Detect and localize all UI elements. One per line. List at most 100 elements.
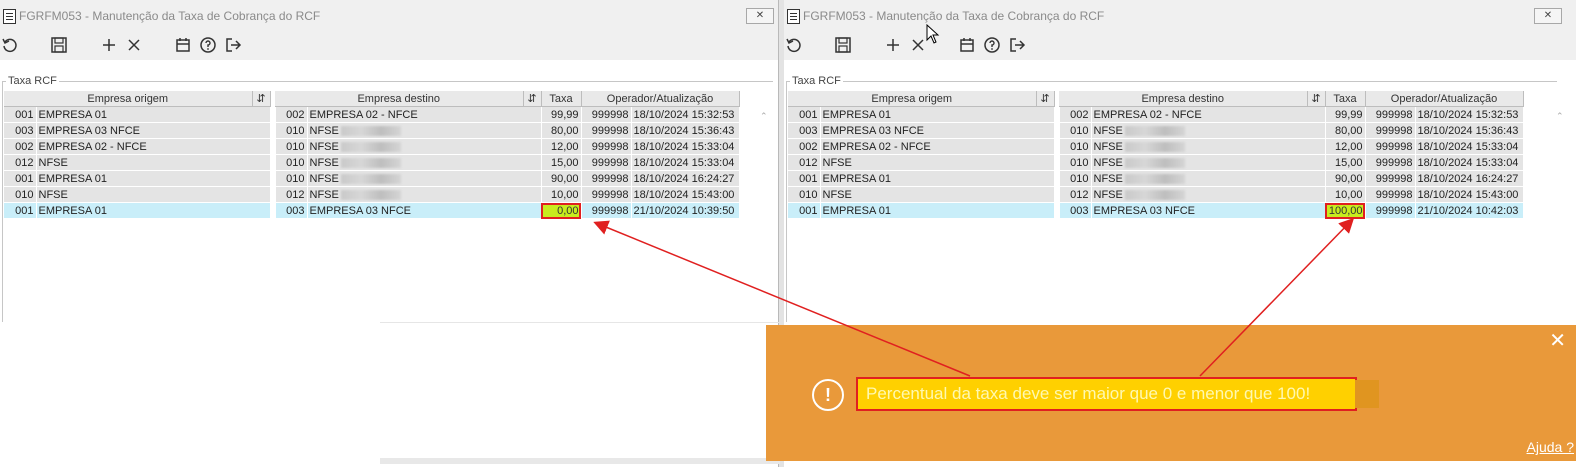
destination-code[interactable]: 003 xyxy=(1059,202,1092,219)
origin-code[interactable]: 012 xyxy=(788,154,821,171)
updated-cell[interactable]: 18/10/2024 16:24:27 xyxy=(631,170,740,187)
table-row[interactable]: 010 NFSE 012 NFSE 10,00 999998 18/10/2024 15:4… xyxy=(4,186,740,203)
table-row[interactable]: 001 EMPRESA 01 010 NFSE 90,00 999998 18/10/202… xyxy=(4,170,740,187)
operator-cell[interactable]: 999998 xyxy=(1365,138,1416,155)
operator-cell[interactable]: 999998 xyxy=(1365,202,1416,219)
origin-code[interactable]: 001 xyxy=(788,170,821,187)
origin-name[interactable]: EMPRESA 02 - NFCE xyxy=(36,138,271,155)
destination-code[interactable]: 010 xyxy=(1059,170,1092,187)
delete-icon[interactable] xyxy=(125,36,145,56)
sort-icon[interactable]: ⇵ xyxy=(523,91,542,107)
destination-code[interactable]: 010 xyxy=(275,154,308,171)
updated-cell[interactable]: 18/10/2024 15:33:04 xyxy=(631,154,740,171)
origin-name[interactable]: EMPRESA 01 xyxy=(36,202,271,219)
destination-name[interactable]: EMPRESA 02 - NFCE xyxy=(307,106,542,123)
origin-name[interactable]: NFSE xyxy=(36,186,271,203)
destination-name[interactable]: NFSE xyxy=(1091,122,1326,139)
destination-code[interactable]: 010 xyxy=(275,138,308,155)
undo-icon[interactable] xyxy=(785,36,805,56)
destination-code[interactable]: 010 xyxy=(275,170,308,187)
destination-name[interactable]: EMPRESA 02 - NFCE xyxy=(1091,106,1326,123)
table-row[interactable]: 001 EMPRESA 01 002 EMPRESA 02 - NFCE 99,99 99… xyxy=(4,106,740,123)
destination-name[interactable]: NFSE xyxy=(307,170,542,187)
table-row[interactable]: 001 EMPRESA 01 003 EMPRESA 03 NFCE 100,00 999… xyxy=(788,202,1524,219)
destination-code[interactable]: 010 xyxy=(1059,138,1092,155)
updated-cell[interactable]: 18/10/2024 15:33:04 xyxy=(1415,138,1524,155)
taxa-cell[interactable]: 10,00 xyxy=(541,186,582,203)
help-icon[interactable] xyxy=(983,36,1003,56)
destination-code[interactable]: 010 xyxy=(1059,122,1092,139)
operator-cell[interactable]: 999998 xyxy=(581,186,632,203)
taxa-cell[interactable]: 100,00 xyxy=(1325,202,1366,219)
operator-cell[interactable]: 999998 xyxy=(1365,154,1416,171)
column-header[interactable]: Taxa xyxy=(1325,91,1366,107)
destination-code[interactable]: 002 xyxy=(1059,106,1092,123)
destination-name[interactable]: NFSE xyxy=(1091,186,1326,203)
undo-icon[interactable] xyxy=(1,36,21,56)
scroll-up-icon[interactable]: ⌃ xyxy=(1556,111,1564,122)
calendar-icon[interactable] xyxy=(958,36,978,56)
close-window-button[interactable]: ✕ xyxy=(1534,8,1562,24)
column-header[interactable]: Operador/Atualização xyxy=(581,91,740,107)
operator-cell[interactable]: 999998 xyxy=(581,170,632,187)
origin-name[interactable]: EMPRESA 01 xyxy=(820,106,1055,123)
origin-code[interactable]: 003 xyxy=(788,122,821,139)
taxa-cell[interactable]: 90,00 xyxy=(1325,170,1366,187)
destination-name[interactable]: EMPRESA 03 NFCE xyxy=(307,202,542,219)
updated-cell[interactable]: 18/10/2024 15:43:00 xyxy=(631,186,740,203)
add-icon[interactable] xyxy=(884,36,904,56)
taxa-cell[interactable]: 80,00 xyxy=(1325,122,1366,139)
taxa-cell[interactable]: 99,99 xyxy=(541,106,582,123)
operator-cell[interactable]: 999998 xyxy=(581,122,632,139)
destination-name[interactable]: NFSE xyxy=(1091,154,1326,171)
destination-name[interactable]: NFSE xyxy=(307,138,542,155)
destination-code[interactable]: 010 xyxy=(1059,154,1092,171)
taxa-cell[interactable]: 99,99 xyxy=(1325,106,1366,123)
origin-code[interactable]: 001 xyxy=(4,106,37,123)
close-icon[interactable]: ✕ xyxy=(1549,331,1566,351)
updated-cell[interactable]: 21/10/2024 10:39:50 xyxy=(631,202,740,219)
table-row[interactable]: 001 EMPRESA 01 010 NFSE 90,00 999998 18/10/202… xyxy=(788,170,1524,187)
column-header[interactable]: Operador/Atualização xyxy=(1365,91,1524,107)
origin-name[interactable]: EMPRESA 01 xyxy=(820,170,1055,187)
table-row[interactable]: 003 EMPRESA 03 NFCE 010 NFSE 80,00 999998 18/1… xyxy=(4,122,740,139)
taxa-cell[interactable]: 80,00 xyxy=(541,122,582,139)
taxa-cell[interactable]: 0,00 xyxy=(541,202,582,219)
operator-cell[interactable]: 999998 xyxy=(1365,106,1416,123)
origin-name[interactable]: NFSE xyxy=(36,154,271,171)
updated-cell[interactable]: 18/10/2024 15:36:43 xyxy=(631,122,740,139)
updated-cell[interactable]: 18/10/2024 15:33:04 xyxy=(631,138,740,155)
sort-icon[interactable]: ⇵ xyxy=(1307,91,1326,107)
column-header[interactable]: Empresa origem xyxy=(788,91,1037,107)
destination-name[interactable]: NFSE xyxy=(307,122,542,139)
origin-name[interactable]: EMPRESA 03 NFCE xyxy=(820,122,1055,139)
updated-cell[interactable]: 18/10/2024 15:43:00 xyxy=(1415,186,1524,203)
save-icon[interactable] xyxy=(834,36,854,56)
origin-code[interactable]: 003 xyxy=(4,122,37,139)
updated-cell[interactable]: 18/10/2024 15:33:04 xyxy=(1415,154,1524,171)
help-icon[interactable] xyxy=(199,36,219,56)
origin-name[interactable]: EMPRESA 01 xyxy=(820,202,1055,219)
updated-cell[interactable]: 18/10/2024 15:32:53 xyxy=(631,106,740,123)
origin-name[interactable]: EMPRESA 03 NFCE xyxy=(36,122,271,139)
scroll-up-icon[interactable]: ⌃ xyxy=(760,111,768,122)
destination-code[interactable]: 002 xyxy=(275,106,308,123)
help-link[interactable]: Ajuda ? xyxy=(1527,439,1574,455)
origin-code[interactable]: 001 xyxy=(788,106,821,123)
sort-icon[interactable]: ⇵ xyxy=(1036,91,1055,107)
operator-cell[interactable]: 999998 xyxy=(581,202,632,219)
destination-name[interactable]: EMPRESA 03 NFCE xyxy=(1091,202,1326,219)
destination-name[interactable]: NFSE xyxy=(307,186,542,203)
save-icon[interactable] xyxy=(50,36,70,56)
origin-code[interactable]: 001 xyxy=(4,170,37,187)
origin-name[interactable]: EMPRESA 02 - NFCE xyxy=(820,138,1055,155)
taxa-cell[interactable]: 10,00 xyxy=(1325,186,1366,203)
column-header[interactable]: Empresa origem xyxy=(4,91,253,107)
table-row[interactable]: 012 NFSE 010 NFSE 15,00 999998 18/10/2024 15:3… xyxy=(788,154,1524,171)
origin-code[interactable]: 010 xyxy=(4,186,37,203)
operator-cell[interactable]: 999998 xyxy=(581,106,632,123)
taxa-cell[interactable]: 12,00 xyxy=(541,138,582,155)
origin-code[interactable]: 002 xyxy=(4,138,37,155)
updated-cell[interactable]: 18/10/2024 15:36:43 xyxy=(1415,122,1524,139)
updated-cell[interactable]: 18/10/2024 16:24:27 xyxy=(1415,170,1524,187)
